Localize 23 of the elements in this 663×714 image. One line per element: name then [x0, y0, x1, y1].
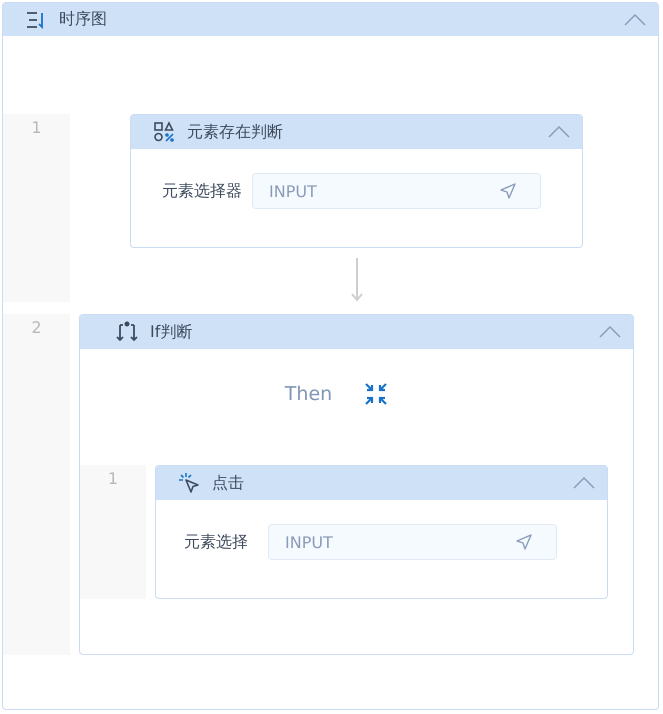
shapes-icon — [153, 121, 175, 143]
branch-label: Then — [284, 383, 332, 405]
card-title: 点击 — [212, 472, 245, 494]
send-icon[interactable] — [499, 182, 517, 200]
selector-field[interactable]: INPUT — [268, 524, 557, 560]
step-number: 2 — [31, 318, 42, 338]
connector-arrow — [350, 258, 364, 302]
field-label: 元素选择 — [183, 532, 249, 552]
selector-field[interactable]: INPUT — [252, 173, 541, 209]
branch-arrows-icon — [116, 321, 138, 343]
cursor-click-icon — [178, 472, 200, 494]
card-title: 元素存在判断 — [187, 122, 284, 142]
step-number: 1 — [31, 118, 42, 138]
chevron-up-icon[interactable] — [548, 125, 570, 139]
field-label: 元素选择器 — [161, 180, 243, 202]
chevron-up-icon[interactable] — [599, 325, 621, 339]
collapse-icon[interactable] — [364, 382, 388, 406]
card-title: If判断 — [150, 322, 194, 342]
send-icon[interactable] — [515, 533, 533, 551]
chevron-up-icon[interactable] — [624, 12, 646, 26]
panel-title: 时序图 — [59, 9, 108, 30]
chevron-up-icon[interactable] — [573, 476, 595, 490]
step-number: 1 — [108, 469, 118, 489]
